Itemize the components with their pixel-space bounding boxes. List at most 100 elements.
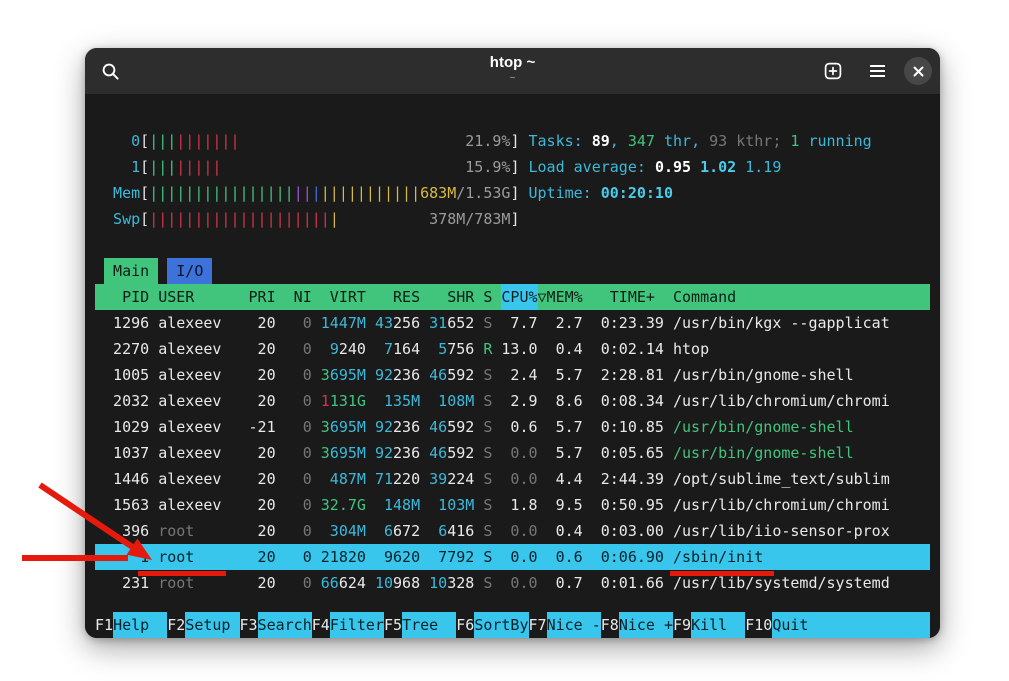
text-run: 0.0 [492, 466, 537, 492]
text-run: 92 [375, 440, 393, 466]
cpu0-meter-row: 0[|||||||||| 21.9%] Tasks: 89, 347 thr, … [95, 128, 930, 154]
process-row-1005[interactable]: 1005 alexeev 20 0 3695M 92236 46592 S 2.… [95, 362, 930, 388]
process-row-1563[interactable]: 1563 alexeev 20 0 32.7G 148M 103M S 1.8 … [95, 492, 930, 518]
search-button[interactable] [93, 54, 127, 88]
console-window: htop ~ ~ [85, 48, 940, 638]
text-run: ] [510, 206, 519, 232]
text-run: | [312, 180, 321, 206]
text-run: 0.0 [492, 440, 537, 466]
text-run: 231 [95, 570, 149, 596]
text-run: 0 [95, 128, 140, 154]
text-run: 21.9% [465, 128, 510, 154]
text-run [158, 258, 167, 284]
text-run: 0 [276, 336, 312, 362]
text-run: 236 [393, 414, 429, 440]
column-headers: MEM% TIME+ Command [547, 284, 737, 310]
text-run: 7 [384, 336, 393, 362]
text-run: 695M [330, 362, 366, 388]
fn-key-bar[interactable]: F1Help F2Setup F3SearchF4FilterF5Tree F6… [95, 612, 930, 638]
text-run: ||||| [176, 154, 221, 180]
fn-label-nice-plus[interactable]: Nice + [619, 612, 673, 638]
text-run: 1029 alexeev -21 [95, 414, 276, 440]
new-tab-button[interactable] [816, 54, 850, 88]
window-title-group: htop ~ ~ [490, 53, 535, 85]
fn-label-nice-minus[interactable]: Nice - [547, 612, 601, 638]
mem-meter-row: Mem[||||||||||||||||||||||||||||||683M/1… [95, 180, 930, 206]
fn-key-f10[interactable]: F10 [745, 612, 772, 638]
window-subtitle: ~ [490, 73, 535, 85]
text-run: 1 [790, 128, 799, 154]
process-table-header[interactable]: PID USER PRI NI VIRT RES SHR S CPU%▽MEM%… [95, 284, 930, 310]
fn-label-filter[interactable]: Filter [330, 612, 384, 638]
fn-label-setup[interactable]: Setup [185, 612, 239, 638]
fn-key-f2[interactable]: F2 [167, 612, 185, 638]
text-run [312, 336, 330, 362]
text-run: 46 [429, 362, 447, 388]
fn-key-f8[interactable]: F8 [601, 612, 619, 638]
text-run: 13.0 0.4 0:02.14 htop [492, 336, 709, 362]
text-run: 328 [447, 570, 474, 596]
fn-label-quit[interactable]: Quit [772, 612, 930, 638]
fn-key-f6[interactable]: F6 [456, 612, 474, 638]
fn-label-search[interactable]: Search [258, 612, 312, 638]
text-run: 236 [393, 362, 429, 388]
text-run: root [149, 518, 248, 544]
text-run: | [330, 206, 339, 232]
process-row-396[interactable]: 396 root 20 0 304M 6672 6416 S 0.0 0.4 0… [95, 518, 930, 544]
text-run: 3 [321, 440, 330, 466]
text-run: 148M 103M [366, 492, 474, 518]
text-run: 1037 alexeev 20 [95, 440, 276, 466]
text-run: 1 [95, 154, 140, 180]
fn-label-tree[interactable]: Tree [402, 612, 456, 638]
process-row-2270[interactable]: 2270 alexeev 20 0 9240 7164 5756 R 13.0 … [95, 336, 930, 362]
sort-column-cpu[interactable]: CPU% [501, 284, 537, 310]
text-run: 592 [447, 440, 474, 466]
fn-key-f4[interactable]: F4 [312, 612, 330, 638]
text-run: 0 [276, 388, 312, 414]
text-run: 46 [429, 440, 447, 466]
new-tab-icon [824, 62, 842, 80]
text-run [95, 258, 104, 284]
text-run: || [294, 180, 312, 206]
text-run: 43 [375, 310, 393, 336]
text-run: 0 [276, 310, 312, 336]
text-run: 15.9% [465, 154, 510, 180]
text-run: S [474, 388, 492, 414]
fn-key-f3[interactable]: F3 [240, 612, 258, 638]
process-row-1029[interactable]: 1029 alexeev -21 0 3695M 92236 46592 S 0… [95, 414, 930, 440]
text-run: ||| [149, 128, 176, 154]
text-run [312, 570, 321, 596]
text-run: 31 [429, 310, 447, 336]
tab-io[interactable]: I/O [167, 258, 212, 284]
text-run: 00:20:10 [601, 180, 673, 206]
fn-key-f1[interactable]: F1 [95, 612, 113, 638]
text-run: S [474, 466, 492, 492]
text-run [312, 388, 321, 414]
close-button[interactable] [904, 57, 932, 85]
text-run: ] [510, 180, 519, 206]
fn-key-f9[interactable]: F9 [673, 612, 691, 638]
process-row-1037[interactable]: 1037 alexeev 20 0 3695M 92236 46592 S 0.… [95, 440, 930, 466]
text-run: root [149, 570, 248, 596]
text-run: 0 [276, 570, 312, 596]
process-row-1-selected[interactable]: 1 root 20 0 21820 9620 7792 S 0.0 0.6 0:… [95, 544, 930, 570]
sort-arrow-icon: ▽ [538, 284, 547, 310]
text-run: ||||||| [176, 128, 239, 154]
text-run: running [799, 128, 871, 154]
fn-label-sortby[interactable]: SortBy [474, 612, 528, 638]
process-row-1446[interactable]: 1446 alexeev 20 0 487M 71220 39224 S 0.0… [95, 466, 930, 492]
fn-label-kill[interactable]: Kill [691, 612, 745, 638]
process-row-2032[interactable]: 2032 alexeev 20 0 1131G 135M 108M S 2.9 … [95, 388, 930, 414]
text-run: , [610, 128, 628, 154]
text-run: 0.7 0:01.66 /usr/lib/systemd/systemd [538, 570, 890, 596]
process-row-1296[interactable]: 1296 alexeev 20 0 1447M 43256 31652 S 7.… [95, 310, 930, 336]
text-run: 1296 alexeev 20 [95, 310, 276, 336]
fn-label-help[interactable]: Help [113, 612, 167, 638]
text-run: /usr/bin/gnome-shell [664, 414, 854, 440]
fn-key-f7[interactable]: F7 [529, 612, 547, 638]
fn-key-f5[interactable]: F5 [384, 612, 402, 638]
text-run: 0 [276, 492, 312, 518]
menu-button[interactable] [860, 54, 894, 88]
tab-main[interactable]: Main [104, 258, 158, 284]
process-row-231[interactable]: 231 root 20 0 66624 10968 10328 S 0.0 0.… [95, 570, 930, 596]
